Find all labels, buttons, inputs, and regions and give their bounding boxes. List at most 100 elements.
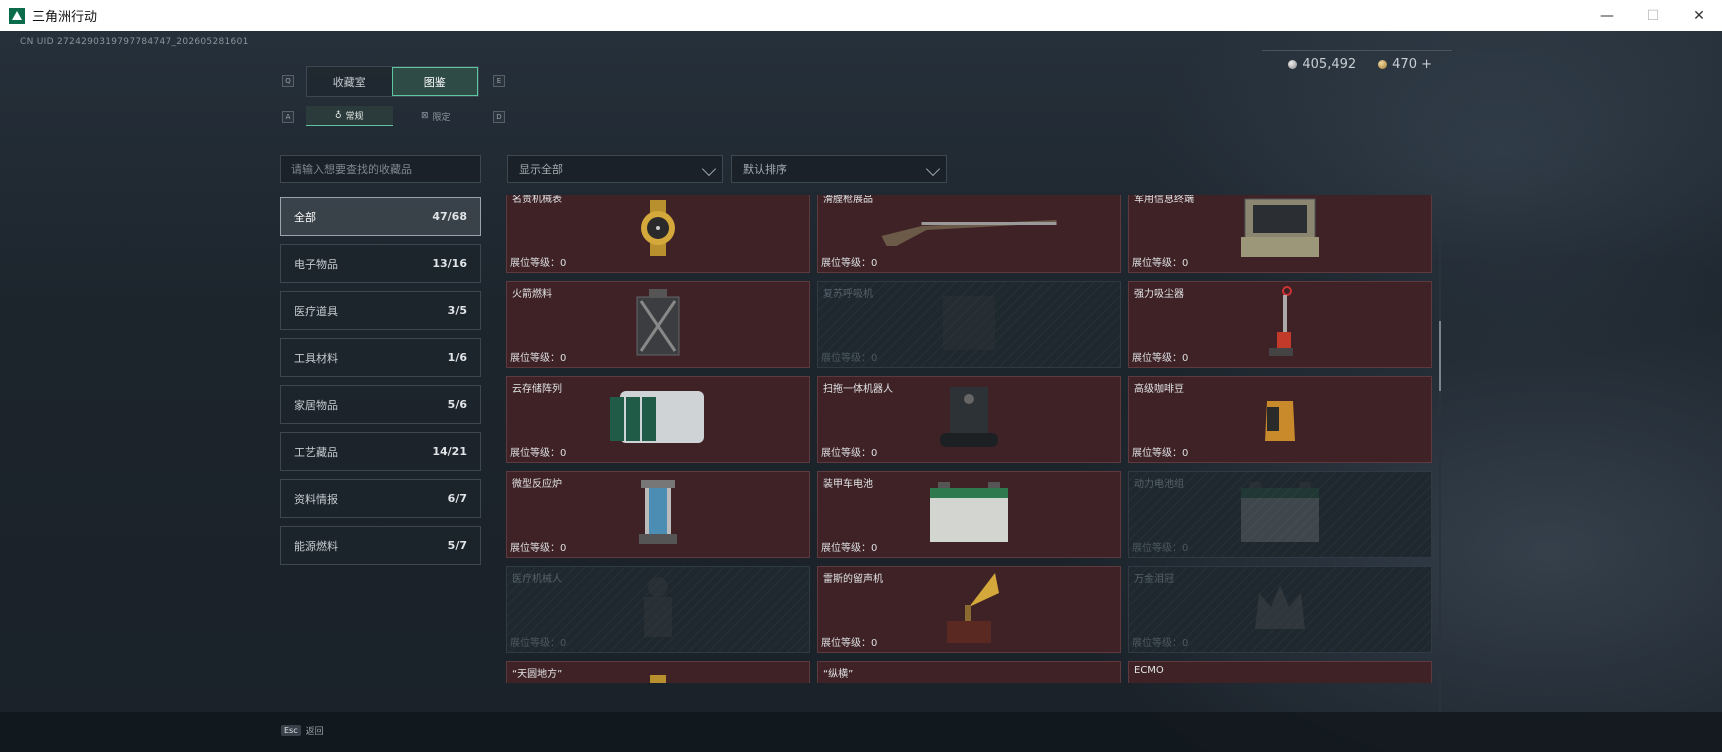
- key-hint-q: Q: [282, 75, 294, 87]
- card-name: ECMO: [1134, 665, 1164, 676]
- scroll-icon: [939, 683, 999, 684]
- grid-scrollbar[interactable]: [1439, 226, 1441, 714]
- currency-value: 405,492: [1302, 57, 1357, 72]
- close-button[interactable]: ✕: [1676, 0, 1722, 31]
- card-booth-level: 展位等级：0: [1132, 353, 1189, 364]
- card-name: 复苏呼吸机: [823, 289, 873, 300]
- card-booth-level: 展位等级：0: [1132, 638, 1189, 649]
- collection-card[interactable]: “纵横”: [817, 661, 1121, 683]
- category-item[interactable]: 能源燃料 5/7: [280, 526, 481, 565]
- watch-icon: [634, 199, 682, 260]
- terminal-icon: [1241, 197, 1319, 263]
- ventilator-icon: [939, 292, 999, 358]
- search-input[interactable]: 请输入想要查找的收藏品: [280, 155, 481, 183]
- collection-card[interactable]: 军用信息终端 展位等级：0: [1128, 195, 1432, 273]
- collection-card[interactable]: 医疗机械人展位等级：0: [506, 566, 810, 653]
- card-booth-level: 展位等级：0: [510, 353, 567, 364]
- card-name: 云存储阵列: [512, 384, 562, 395]
- collection-card[interactable]: 扫拖一体机器人 展位等级：0: [817, 376, 1121, 463]
- filter-show-dropdown[interactable]: 显示全部: [507, 155, 723, 183]
- subtab-regular[interactable]: ♁ 常规: [306, 106, 393, 126]
- category-label: 工具材料: [294, 351, 338, 365]
- currency-gold[interactable]: 470 +: [1378, 57, 1432, 72]
- category-count: 1/6: [447, 351, 467, 364]
- reactor-icon: [633, 479, 683, 550]
- limited-icon: ⊠: [420, 111, 429, 121]
- sub-tabs: ♁ 常规 ⊠ 限定: [306, 106, 479, 126]
- fuelcan-icon: [635, 288, 681, 361]
- vacuum-icon: [1265, 285, 1295, 364]
- card-name: 火箭燃料: [512, 289, 552, 300]
- card-booth-level: 展位等级：0: [821, 258, 878, 269]
- top-decoration: [1262, 37, 1452, 51]
- category-item[interactable]: 家居物品 5/6: [280, 385, 481, 424]
- watch-icon: [634, 674, 682, 683]
- currency-bar: 405,492 470 +: [1288, 57, 1432, 72]
- collection-card[interactable]: 微型反应炉 展位等级：0: [506, 471, 810, 558]
- flask-icon: ♁: [334, 110, 342, 121]
- scrollbar-thumb[interactable]: [1439, 321, 1441, 391]
- category-count: 5/7: [447, 539, 467, 552]
- card-name: 扫拖一体机器人: [823, 384, 893, 395]
- collection-card[interactable]: 名贵机械表 展位等级：0: [506, 195, 810, 273]
- dropdown-value: 显示全部: [519, 163, 563, 176]
- dropdown-value: 默认排序: [743, 163, 787, 176]
- card-name: “纵横”: [823, 669, 854, 680]
- window-title: 三角洲行动: [32, 10, 98, 25]
- category-item[interactable]: 电子物品 13/16: [280, 244, 481, 283]
- collection-card[interactable]: “天圆地方”: [506, 661, 810, 683]
- subtab-label: 限定: [432, 112, 451, 123]
- chevron-down-icon: [925, 161, 941, 177]
- window-titlebar: 三角洲行动 — ☐ ✕: [0, 0, 1722, 31]
- collection-card[interactable]: 滑膛枪展品 展位等级：0: [817, 195, 1121, 273]
- card-booth-level: 展位等级：0: [510, 638, 567, 649]
- card-booth-level: 展位等级：0: [821, 638, 878, 649]
- category-item[interactable]: 工具材料 1/6: [280, 338, 481, 377]
- category-item[interactable]: 资料情报 6/7: [280, 479, 481, 518]
- collection-card[interactable]: 雷斯的留声机 展位等级：0: [817, 566, 1121, 653]
- category-count: 13/16: [432, 257, 467, 270]
- ecmo-icon: [1250, 683, 1310, 684]
- category-item[interactable]: 全部 47/68: [280, 197, 481, 236]
- category-item[interactable]: 医疗道具 3/5: [280, 291, 481, 330]
- category-count: 14/21: [432, 445, 467, 458]
- category-list: 全部 47/68 电子物品 13/16 医疗道具 3/5 工具材料 1/6 家居物品 5/6 工艺藏…: [280, 197, 481, 573]
- collection-card[interactable]: 强力吸尘器 展位等级：0: [1128, 281, 1432, 368]
- tab-catalog[interactable]: 图鉴: [391, 67, 478, 96]
- collection-card[interactable]: 动力电池组 展位等级：0: [1128, 471, 1432, 558]
- bottom-bar: Esc 返回: [0, 712, 1722, 752]
- sort-dropdown[interactable]: 默认排序: [731, 155, 947, 183]
- card-name: 动力电池组: [1134, 479, 1184, 490]
- card-name: 装甲车电池: [823, 479, 873, 490]
- collection-card[interactable]: 云存储阵列 展位等级：0: [506, 376, 810, 463]
- coffee-icon: [1263, 393, 1297, 447]
- category-label: 全部: [294, 210, 316, 224]
- collection-card[interactable]: 火箭燃料展位等级：0: [506, 281, 810, 368]
- collection-card[interactable]: ECMO: [1128, 661, 1432, 683]
- category-item[interactable]: 工艺藏品 14/21: [280, 432, 481, 471]
- server-icon: [610, 389, 706, 451]
- card-name: 万金泪冠: [1134, 574, 1174, 585]
- collection-card[interactable]: 万金泪冠展位等级：0: [1128, 566, 1432, 653]
- card-name: 医疗机械人: [512, 574, 562, 585]
- battery-icon: [1239, 481, 1321, 548]
- player-uid: CN UID 2724290319797784747_202605281601: [20, 37, 249, 47]
- maximize-button[interactable]: ☐: [1630, 0, 1676, 31]
- tab-collection-room[interactable]: 收藏室: [307, 67, 392, 96]
- battery-icon: [928, 481, 1010, 548]
- card-name: 微型反应炉: [512, 479, 562, 490]
- collection-card[interactable]: 复苏呼吸机 展位等级：0: [817, 281, 1121, 368]
- card-name: 雷斯的留声机: [823, 574, 883, 585]
- collection-card[interactable]: 装甲车电池展位等级：0: [817, 471, 1121, 558]
- crown-icon: [1249, 577, 1311, 643]
- back-button[interactable]: Esc 返回: [281, 724, 324, 737]
- game-viewport: CN UID 2724290319797784747_202605281601 …: [0, 31, 1722, 752]
- collection-card[interactable]: 高级咖啡豆 展位等级：0: [1128, 376, 1432, 463]
- card-booth-level: 展位等级：0: [821, 543, 878, 554]
- main-tabs: 收藏室 图鉴: [306, 66, 479, 97]
- card-name: 名贵机械表: [512, 195, 562, 205]
- subtab-limited[interactable]: ⊠ 限定: [393, 106, 480, 126]
- minimize-button[interactable]: —: [1584, 0, 1630, 31]
- card-name: 军用信息终端: [1134, 195, 1194, 205]
- card-name: 高级咖啡豆: [1134, 384, 1184, 395]
